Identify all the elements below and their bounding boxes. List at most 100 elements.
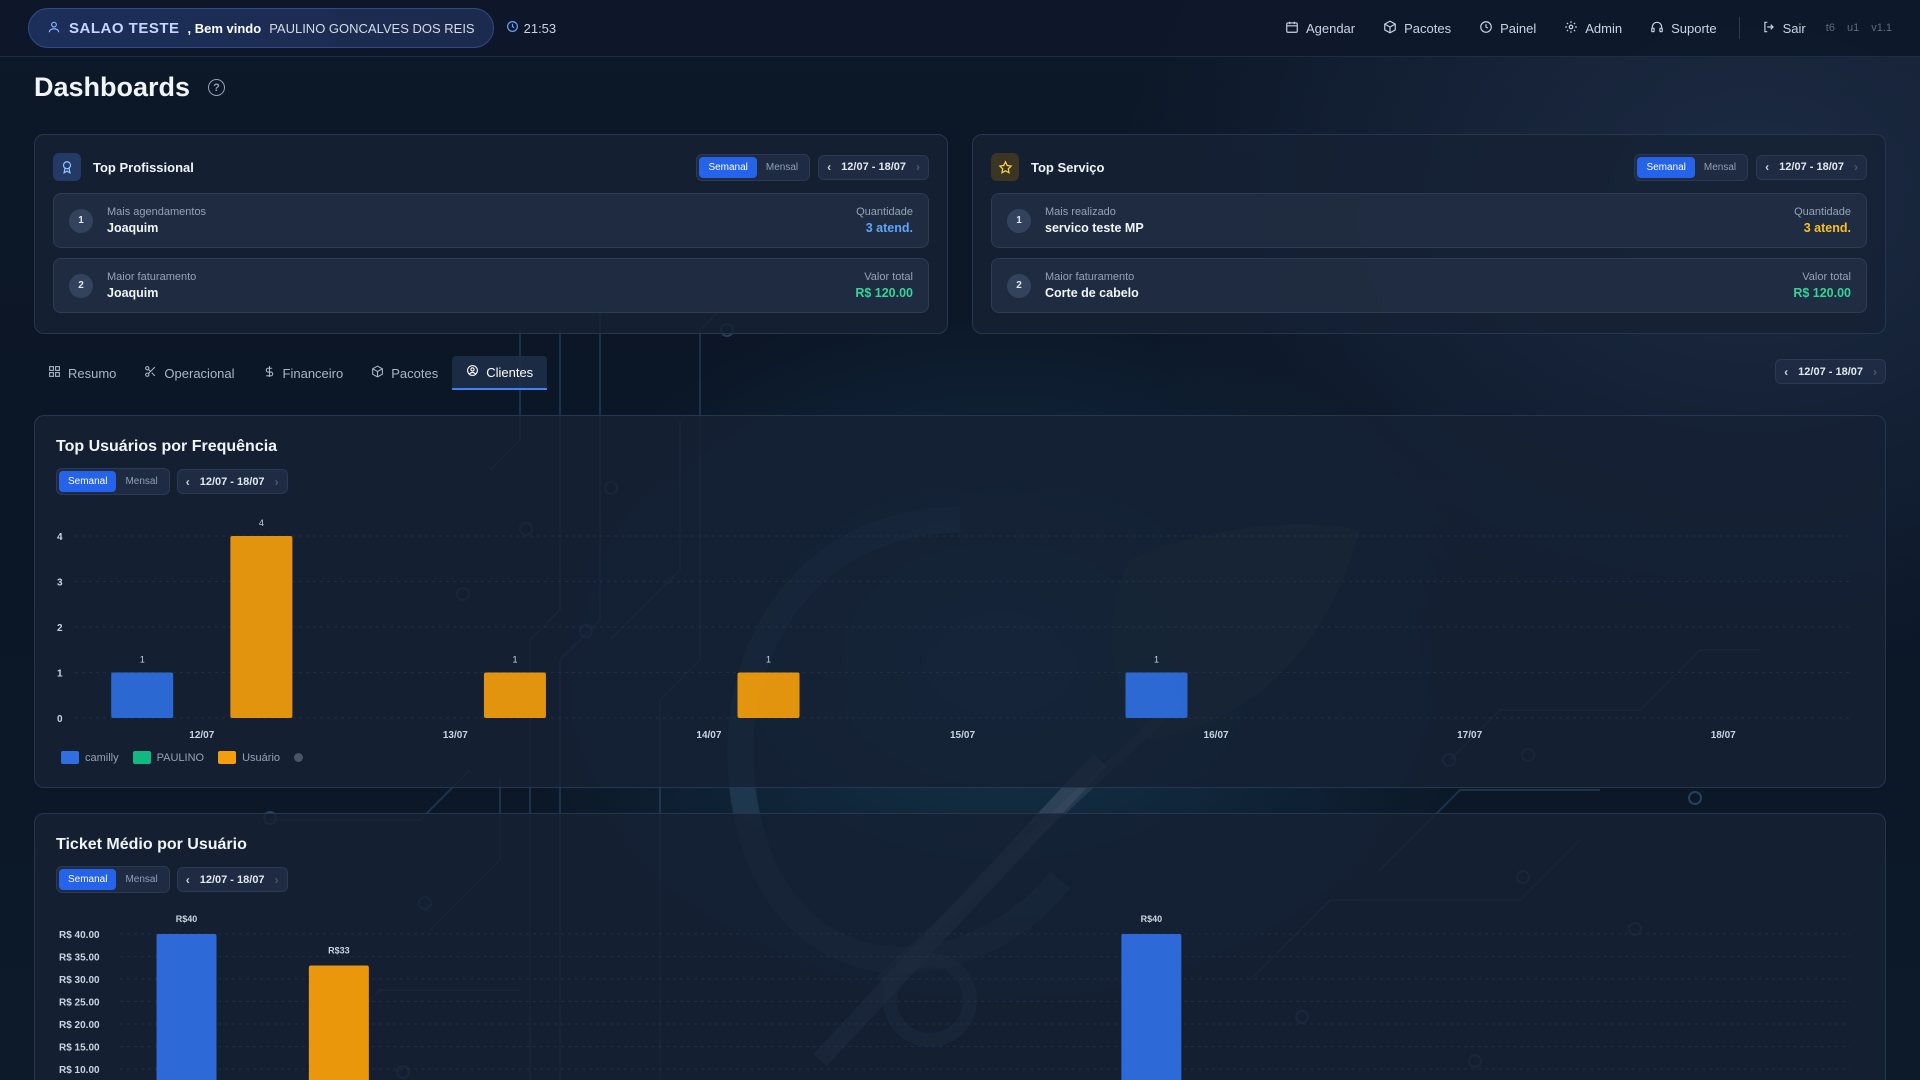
salon-welcome-pill[interactable]: SALAO TESTE , Bem vindo PAULINO GONCALVE… [28, 8, 494, 48]
chevron-left-icon[interactable]: ‹ [1765, 160, 1769, 174]
date-range-picker: ‹ 12/07 - 18/07 › [1756, 154, 1867, 180]
chevron-right-icon[interactable]: › [916, 160, 920, 174]
nav-suporte-label: Suporte [1671, 20, 1717, 36]
version-tag: u1 [1846, 22, 1860, 34]
top-profissional-card: Top Profissional Semanal Mensal ‹ 12/07 … [34, 134, 948, 334]
version-tags: t6 u1 v1.1 [1826, 22, 1892, 34]
gear-icon [1564, 20, 1578, 37]
row-label: Maior faturamento [1045, 271, 1135, 283]
legend-swatch [132, 751, 151, 764]
bar-usuário [483, 672, 546, 718]
x-tick-label: 12/07 [189, 730, 214, 741]
tab-label: Clientes [486, 364, 534, 380]
clock: 21:53 [506, 20, 557, 36]
chevron-left-icon[interactable]: ‹ [1784, 365, 1788, 379]
row-right-value: R$ 120.00 [1793, 286, 1851, 300]
bar-value-label: 1 [512, 655, 517, 665]
x-tick-label: 13/07 [443, 730, 468, 741]
monthly-button[interactable]: Mensal [757, 157, 807, 178]
row-right-value: 3 atend. [865, 221, 913, 235]
row-label: Maior faturamento [107, 271, 197, 283]
x-tick-label: 18/07 [1711, 730, 1736, 741]
help-icon[interactable]: ? [208, 79, 226, 96]
ticket-bar-chart: R$ 10.00 R$ 15.00 R$ 20.00 R$ 25.00 R$ 30.00… [59, 914, 1850, 1080]
logout-button[interactable]: Sair [1762, 20, 1806, 37]
legend-more-dot[interactable] [294, 753, 304, 762]
y-tick-label: R$ 25.00 [59, 998, 100, 1009]
ticket-chart-card: Ticket Médio por Usuário Semanal Mensal … [34, 813, 1886, 1080]
chevron-right-icon[interactable]: › [1873, 365, 1877, 379]
chart-legend: camilly PAULINO Usuário [61, 751, 304, 764]
legend-item[interactable]: Usuário [218, 751, 280, 764]
tab-label: Pacotes [391, 365, 439, 381]
page-header: Dashboards ? [34, 72, 226, 103]
legend-swatch [218, 751, 237, 764]
dashboard-tabs: Resumo Operacional Financeiro Pacotes Cl… [34, 356, 548, 390]
nav-agendar[interactable]: Agendar [1285, 20, 1355, 37]
legend-swatch [61, 751, 79, 764]
nav-painel[interactable]: Painel [1479, 20, 1536, 37]
nav-suporte[interactable]: Suporte [1650, 20, 1717, 37]
bar-usuário [230, 536, 293, 718]
card-title: Top Profissional [93, 159, 194, 175]
legend-label: camilly [85, 751, 119, 764]
package-icon [371, 365, 384, 381]
bar-usuário [737, 672, 800, 718]
version-tag: v1.1 [1871, 22, 1892, 34]
legend-label: PAULINO [156, 751, 205, 764]
page-title: Dashboards [34, 72, 191, 102]
calendar-icon [1285, 20, 1299, 37]
package-icon [1383, 19, 1397, 37]
row-value: Joaquim [107, 221, 159, 235]
weekly-button[interactable]: Semanal [699, 156, 757, 178]
chevron-left-icon[interactable]: ‹ [827, 160, 831, 174]
nav-pacotes[interactable]: Pacotes [1383, 19, 1451, 37]
ranking-row: 2 Maior faturamento Joaquim Valor total … [53, 258, 929, 313]
clock-time: 21:53 [523, 20, 557, 36]
grid-icon [48, 365, 61, 381]
y-tick-label: R$ 20.00 [59, 1020, 100, 1031]
chevron-right-icon[interactable]: › [1854, 160, 1858, 174]
main-nav: Agendar Pacotes Painel Admin Suporte Sai… [1285, 17, 1892, 39]
salon-name: SALAO TESTE [69, 19, 180, 37]
rank-badge: 1 [1007, 208, 1031, 233]
y-tick-label: 1 [57, 669, 63, 680]
tab-resumo[interactable]: Resumo [34, 356, 130, 390]
headset-icon [1650, 20, 1664, 37]
ranking-row: 1 Mais realizado servico teste MP Quanti… [991, 193, 1867, 248]
bar-camilly [156, 934, 217, 1080]
y-tick-label: R$ 30.00 [59, 975, 100, 986]
row-right-label: Valor total [1802, 271, 1851, 283]
tab-clientes[interactable]: Clientes [452, 356, 548, 390]
bar-value-label: 1 [140, 655, 145, 665]
tab-label: Financeiro [282, 365, 344, 381]
user-icon [47, 20, 61, 37]
scissors-icon [144, 365, 157, 381]
x-tick-label: 15/07 [950, 730, 975, 741]
row-value: Joaquim [107, 286, 159, 300]
row-label: Mais realizado [1045, 206, 1116, 218]
monthly-button[interactable]: Mensal [1695, 157, 1745, 178]
tab-pacotes[interactable]: Pacotes [357, 356, 452, 390]
legend-item[interactable]: PAULINO [132, 751, 205, 764]
rank-badge: 2 [69, 273, 93, 298]
weekly-button[interactable]: Semanal [1637, 156, 1695, 178]
nav-painel-label: Painel [1500, 20, 1537, 36]
frequency-bar-chart: 0 1 2 3 4 12/07 13/07 14/07 15/07 16/07 17/07 18/07… [57, 518, 1850, 741]
tab-financeiro[interactable]: Financeiro [249, 356, 358, 390]
bar-value-label: 1 [1154, 655, 1159, 665]
y-tick-label: R$ 15.00 [59, 1043, 100, 1054]
y-tick-label: 4 [57, 532, 63, 543]
top-bar: SALAO TESTE , Bem vindo PAULINO GONCALVE… [0, 0, 1920, 57]
y-tick-label: 2 [57, 623, 63, 634]
date-range-label: 12/07 - 18/07 [1798, 365, 1863, 378]
y-tick-label: R$ 40.00 [59, 930, 100, 941]
period-toggle: Semanal Mensal [696, 153, 811, 181]
version-tag: t6 [1825, 22, 1835, 34]
bar-camilly [1125, 672, 1188, 718]
legend-item[interactable]: camilly [61, 751, 119, 764]
nav-admin[interactable]: Admin [1564, 20, 1622, 37]
tab-operacional[interactable]: Operacional [130, 356, 248, 390]
bar-value-label: R$33 [328, 946, 350, 956]
x-tick-label: 17/07 [1457, 730, 1482, 741]
